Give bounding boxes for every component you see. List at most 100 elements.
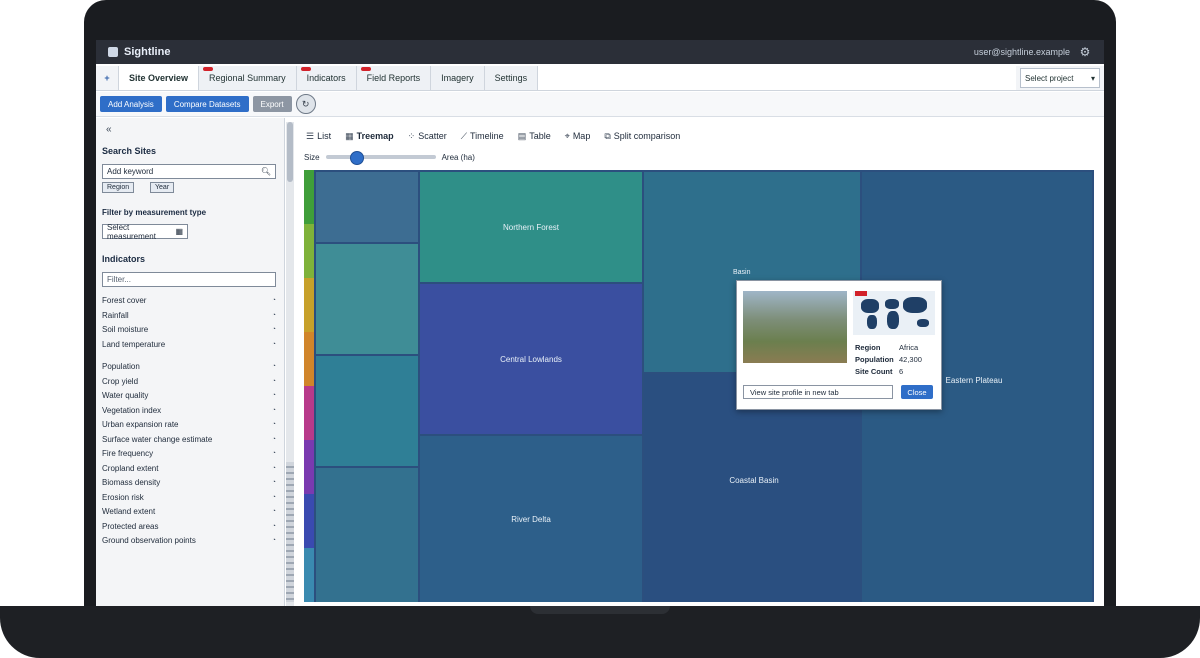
keyword-search-value: Add keyword	[107, 167, 154, 176]
list-item[interactable]: Surface water change estimate ◔	[102, 435, 276, 445]
list-item[interactable]: Erosion risk ◔	[102, 493, 276, 503]
close-popup-button[interactable]: Close	[901, 385, 933, 399]
indicator-filter-input[interactable]: Filter...	[102, 272, 276, 287]
chart-icon: ◔	[271, 311, 276, 319]
list-item[interactable]: Wetland extent ◔	[102, 507, 276, 517]
keyword-search-input[interactable]: Add keyword 🔍︎	[102, 164, 276, 179]
view-list[interactable]: ☰ List	[306, 131, 331, 142]
treemap-cell[interactable]	[316, 172, 418, 242]
chart-icon: ◔	[271, 508, 276, 515]
search-section-title: Search Sites	[102, 146, 157, 156]
indicator-filter-placeholder: Filter...	[107, 275, 132, 284]
treemap-cell[interactable]: River Delta	[420, 436, 642, 602]
list-item[interactable]: Vegetation index ◔	[102, 406, 276, 416]
chart-icon: ◔	[271, 493, 276, 501]
tab-indicators[interactable]: Indicators	[296, 66, 357, 90]
list-item[interactable]: Rainfall ◔	[102, 311, 276, 321]
chevron-down-icon: ▾	[1090, 73, 1095, 83]
tab-label: Indicators	[306, 73, 346, 83]
timeline-icon: ⟋	[460, 130, 468, 141]
project-select[interactable]: Select project ▾	[1020, 68, 1100, 88]
filter-chip-region[interactable]: Region	[102, 182, 135, 193]
compare-datasets-button[interactable]: Compare Datasets	[165, 96, 249, 112]
export-button[interactable]: Export	[252, 96, 292, 112]
chart-icon: ◔	[271, 450, 276, 457]
list-item-label: Ground observation points	[102, 536, 196, 545]
chart-icon: ◔	[271, 537, 276, 544]
treemap-cell[interactable]	[316, 468, 418, 602]
open-site-profile-link[interactable]: View site profile in new tab	[743, 385, 893, 399]
view-switcher: ☰ List ▦ Treemap ⁘ Scatter ⟋ Timeline ▤ Table…	[306, 128, 680, 144]
add-analysis-button[interactable]: Add Analysis	[100, 96, 162, 112]
measurement-select-value: Select measurement	[107, 222, 156, 241]
treemap-cell[interactable]: Central Lowlands	[420, 284, 642, 434]
tab-bar: + Site Overview Regional Summary Indicat…	[96, 66, 1104, 91]
alert-badge	[203, 67, 214, 71]
add-tab-button[interactable]: +	[96, 66, 119, 90]
view-scatter[interactable]: ⁘ Scatter	[408, 131, 447, 142]
measurement-select[interactable]: Select measurement ▦	[102, 222, 188, 241]
view-timeline[interactable]: ⟋ Timeline	[461, 131, 504, 142]
list-item[interactable]: Fire frequency ◔	[102, 449, 276, 459]
chart-icon: ◔	[271, 406, 276, 414]
popup-field-region: Region Africa	[855, 343, 919, 352]
list-item[interactable]: Crop yield ◔	[102, 377, 276, 387]
legend-swatch	[304, 224, 314, 278]
refresh-button[interactable]: ↻	[295, 94, 316, 114]
list-item[interactable]: Protected areas ◔	[102, 522, 276, 532]
list-item[interactable]: Land temperature ◔	[102, 340, 276, 350]
size-slider[interactable]	[325, 151, 436, 165]
chart-icon: ◔	[271, 522, 276, 530]
site-photo	[743, 291, 847, 363]
list-item[interactable]: Water quality ◔	[102, 391, 276, 401]
collapse-sidebar-icon[interactable]: «	[106, 124, 112, 135]
app-logo: Sightline	[108, 46, 170, 58]
tab-field-reports[interactable]: Field Reports	[356, 66, 432, 90]
slider-handle[interactable]	[350, 151, 365, 165]
treemap-cell[interactable]	[316, 356, 418, 466]
scrollbar-thumb[interactable]	[287, 122, 293, 182]
list-item[interactable]: Population ◔	[102, 362, 276, 372]
gear-icon[interactable]: ⚙	[1078, 45, 1092, 59]
treemap-cell[interactable]: Northern Forest	[420, 172, 642, 282]
sidebar-scrollbar[interactable]	[286, 122, 294, 606]
view-map[interactable]: ⌖ Map	[565, 131, 591, 142]
list-item[interactable]: Cropland extent ◔	[102, 464, 276, 474]
treemap-cell[interactable]	[316, 244, 418, 354]
list-item-label: Urban expansion rate	[102, 420, 179, 429]
tab-regional-summary[interactable]: Regional Summary	[199, 66, 297, 90]
tab-site-overview[interactable]: Site Overview	[119, 66, 200, 90]
table-icon: ▤	[517, 130, 527, 141]
view-split[interactable]: ⧉ Split comparison	[604, 131, 680, 142]
tab-label: Field Reports	[366, 73, 421, 83]
legend-swatch	[304, 548, 314, 602]
list-item[interactable]: Forest cover ◔	[102, 296, 276, 306]
filter-section-title: Filter by measurement type	[102, 208, 207, 217]
view-treemap[interactable]: ▦ Treemap	[345, 131, 394, 142]
list-item[interactable]: Ground observation points ◔	[102, 536, 276, 546]
filter-chip-year[interactable]: Year	[150, 182, 175, 193]
popup-field-site-count: Site Count 6	[855, 367, 904, 376]
tab-spacer	[538, 66, 1016, 90]
list-item-label: Water quality	[102, 391, 149, 400]
legend-swatch	[304, 332, 314, 386]
tab-imagery[interactable]: Imagery	[431, 66, 485, 90]
list-item-label: Vegetation index	[102, 405, 162, 415]
app-window: Sightline user@sightline.example ⚙ + Sit…	[96, 40, 1104, 606]
laptop-notch	[530, 606, 670, 614]
list-item-label: Land temperature	[102, 339, 166, 349]
view-table[interactable]: ▤ Table	[518, 131, 551, 142]
list-item[interactable]: Soil moisture ◔	[102, 325, 276, 335]
action-bar: Add Analysis Compare Datasets Export ↻	[96, 92, 1104, 117]
user-account[interactable]: user@sightline.example	[974, 47, 1070, 57]
chart-icon: ◔	[271, 326, 276, 333]
tab-label: Site Overview	[129, 73, 189, 83]
list-item[interactable]: Biomass density ◔	[102, 478, 276, 488]
list-item[interactable]: Urban expansion rate ◔	[102, 420, 276, 430]
treemap-chart: Northern Forest Central Lowlands River D…	[304, 170, 1094, 602]
alert-badge	[360, 67, 371, 71]
title-bar: Sightline user@sightline.example ⚙	[96, 40, 1104, 64]
tab-settings[interactable]: Settings	[484, 66, 539, 90]
calendar-icon: ▦	[175, 227, 183, 236]
chart-icon: ◔	[271, 479, 276, 486]
